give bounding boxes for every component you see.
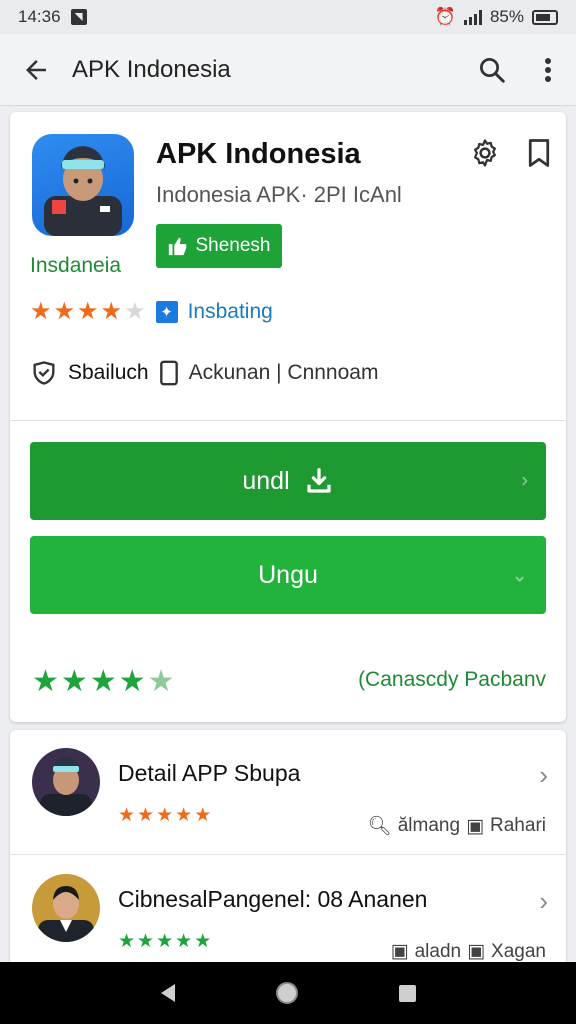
meta-row: Sbailuch Ackunan | Cnnnoam: [30, 360, 378, 386]
list-item[interactable]: CibnesalPangenel: 08 Ananen ★ ★ ★ ★ ★ ▣ alad…: [10, 856, 566, 966]
more-options-button[interactable]: [520, 34, 576, 106]
bookmark-icon: [528, 139, 550, 167]
list-item[interactable]: Detail APP Sbupa ★ ★ ★ ★ ★ 🔍︎ ălmang ▣ Rahar…: [10, 730, 566, 855]
app-subtitle: Indonesia APK· 2PI IcAnl: [156, 182, 402, 207]
meta-author: Sbailuch: [68, 361, 149, 384]
nav-home-button[interactable]: [275, 982, 298, 1004]
app-bar-title: APK Indonesia: [72, 55, 231, 83]
chevron-down-icon: ⌄: [511, 564, 528, 587]
thumbs-up-icon: [169, 237, 187, 256]
star-filled-icon: ★: [137, 805, 155, 826]
download-button[interactable]: undl ›: [30, 442, 546, 520]
list-item-meta-b: Rahari: [490, 815, 546, 836]
avatar: [32, 874, 100, 942]
bookmark-button[interactable]: [526, 138, 552, 173]
star-filled-icon: ★: [32, 665, 59, 698]
gear-icon: [474, 139, 496, 167]
list-item-meta-a: aladn: [414, 940, 462, 962]
list-item-meta: 🔍︎ ălmang ▣ Rahari: [368, 814, 546, 838]
star-filled-icon: ★: [137, 931, 155, 952]
share-chip[interactable]: Shenesh: [156, 224, 282, 268]
nav-back-button[interactable]: [160, 984, 175, 1002]
search-icon: [480, 57, 505, 83]
star-filled-icon: ★: [53, 298, 76, 325]
share-chip-label: Shenesh: [195, 235, 271, 256]
battery-icon: [532, 9, 558, 25]
list-item-meta-b: Xagan: [491, 940, 546, 962]
search-icon: 🔍︎: [367, 816, 392, 837]
rating-label[interactable]: Insbating: [188, 300, 273, 324]
download-icon: [307, 468, 331, 493]
status-bar: 14:36 ⏰ 85%: [0, 0, 576, 34]
related-list-card: Detail APP Sbupa ★ ★ ★ ★ ★ 🔍︎ ălmang ▣ Rahar…: [10, 730, 566, 966]
update-button-label: Ungu: [258, 560, 318, 589]
star-filled-icon: ★: [175, 931, 193, 952]
phone-icon: [159, 360, 178, 386]
download-button-label: undl: [242, 466, 290, 495]
signal-icon: [463, 9, 482, 25]
alarm-icon: ⏰: [434, 7, 456, 26]
store-icon: ▣: [390, 941, 409, 962]
list-item-stars: ★ ★ ★ ★ ★: [118, 804, 211, 827]
divider: [10, 854, 566, 855]
settings-button[interactable]: [470, 138, 500, 173]
nav-recents-button[interactable]: [398, 984, 416, 1002]
battery-percent: 85%: [489, 7, 524, 26]
star-filled-icon: ★: [194, 931, 212, 952]
status-time: 14:36: [18, 7, 61, 26]
star-filled-icon: ★: [118, 931, 136, 952]
list-item-title: CibnesalPangenel: 08 Ananen: [118, 886, 428, 912]
arrow-back-icon: [26, 59, 46, 80]
chevron-right-icon: ›: [539, 886, 548, 916]
star-filled-icon: ★: [100, 298, 123, 325]
star-filled-icon: ★: [156, 805, 174, 826]
search-button[interactable]: [464, 34, 520, 106]
app-name: APK Indonesia: [156, 138, 361, 170]
list-item-stars: ★ ★ ★ ★ ★: [118, 930, 211, 953]
chevron-right-icon: ›: [521, 469, 528, 492]
system-nav-bar: [0, 962, 576, 1024]
star-empty-icon: ★: [147, 665, 175, 698]
update-button[interactable]: Ungu ⌄: [30, 536, 546, 614]
verified-icon: ✦: [155, 301, 178, 323]
avatar: [32, 748, 100, 816]
notification-icon: [70, 9, 87, 25]
list-item-meta-a: ălmang: [397, 815, 461, 836]
list-item-meta: ▣ aladn ▣ Xagan: [391, 940, 546, 963]
store-icon: ▣: [466, 815, 485, 837]
star-filled-icon: ★: [77, 298, 99, 325]
chevron-right-icon: ›: [539, 760, 548, 790]
star-filled-icon: ★: [194, 805, 212, 826]
shield-icon: [33, 361, 55, 385]
meta-info: Ackunan | Cnnnoam: [188, 361, 379, 384]
rating-stars: ★ ★ ★ ★ ★: [30, 300, 146, 324]
store-icon: ▣: [467, 941, 486, 962]
developer-name[interactable]: Insdaneia: [30, 254, 121, 278]
bottom-link[interactable]: (Canascdy Pacbanv: [358, 668, 546, 692]
rating-row: ★ ★ ★ ★ ★ ✦ Insbating: [30, 300, 273, 324]
star-filled-icon: ★: [89, 665, 117, 698]
bottom-rating-stars: ★ ★ ★ ★ ★: [32, 664, 175, 699]
star-filled-icon: ★: [30, 298, 52, 325]
more-vert-icon: [545, 57, 551, 82]
app-icon-avatar: [44, 146, 122, 236]
star-filled-icon: ★: [60, 665, 88, 698]
star-empty-icon: ★: [124, 298, 146, 325]
back-button[interactable]: [0, 34, 72, 106]
app-icon: [32, 134, 134, 236]
star-filled-icon: ★: [118, 805, 136, 826]
star-filled-icon: ★: [175, 805, 193, 826]
star-filled-icon: ★: [156, 931, 174, 952]
divider: [10, 420, 566, 421]
list-item-title: Detail APP Sbupa: [118, 760, 301, 786]
app-detail-card: APK Indonesia Indonesia APK· 2PI IcAnl S…: [10, 112, 566, 722]
star-filled-icon: ★: [118, 665, 146, 698]
app-bar: APK Indonesia: [0, 34, 576, 106]
